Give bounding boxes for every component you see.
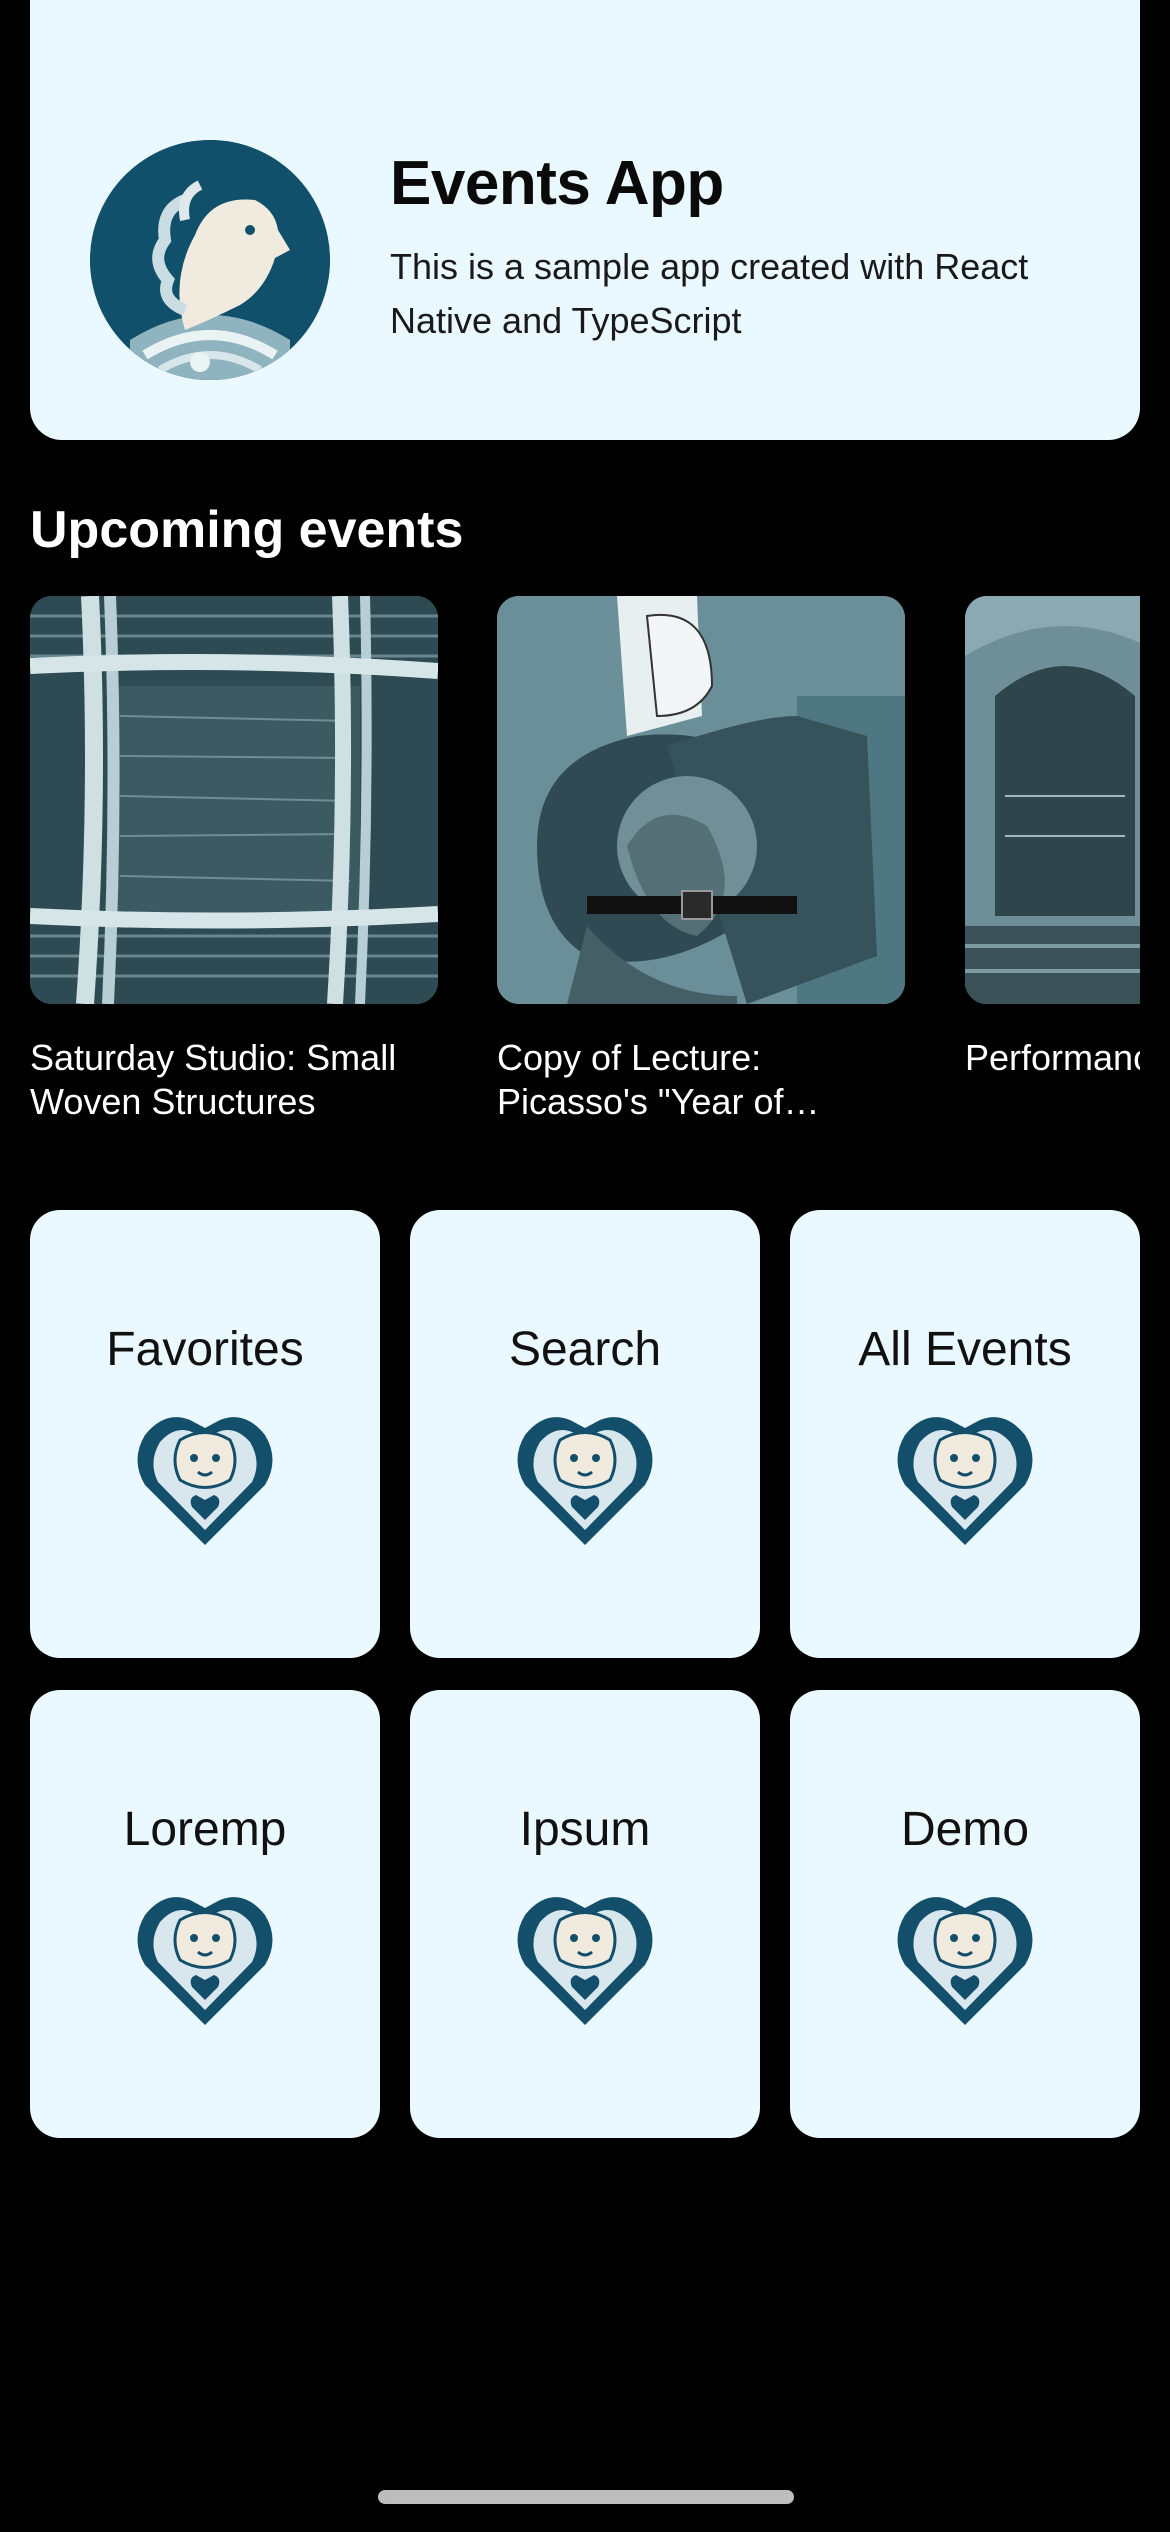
lion-heart-icon (890, 1880, 1040, 2030)
tile-label: Loremp (123, 1803, 287, 1856)
event-title: Performance: Turato—po (965, 1037, 1140, 1078)
event-card[interactable]: Saturday Studio: Small Woven Structures (30, 596, 438, 1124)
lion-logo-icon (90, 140, 330, 380)
tile-loremp[interactable]: Loremp (30, 1690, 380, 2138)
events-carousel[interactable]: Saturday Studio: Small Woven Structures (30, 596, 1140, 1136)
tile-label: Demo (900, 1803, 1030, 1856)
home-indicator[interactable] (378, 2490, 794, 2504)
tile-search[interactable]: Search (410, 1210, 760, 1658)
tile-all-events[interactable]: All Events (790, 1210, 1140, 1658)
lion-heart-icon (890, 1400, 1040, 1550)
event-card[interactable]: Performance: Turato—po (965, 596, 1140, 1080)
event-title: Copy of Lecture: Picasso's "Year of Wond… (497, 1037, 784, 1122)
upcoming-events-title: Upcoming events (30, 501, 464, 559)
theater-hall-image (965, 596, 1140, 1004)
event-title: Saturday Studio: Small Woven Structures (30, 1037, 397, 1122)
app-title: Events App (390, 149, 724, 218)
lion-heart-icon (130, 1400, 280, 1550)
header-card: Events App This is a sample app created … (30, 0, 1140, 440)
tile-demo[interactable]: Demo (790, 1690, 1140, 2138)
lion-heart-icon (130, 1880, 280, 2030)
woven-textile-image (30, 596, 438, 1004)
picasso-painting-image (497, 596, 905, 1004)
event-card[interactable]: Copy of Lecture: Picasso's "Year of Wond… (497, 596, 905, 1124)
tile-label: All Events (858, 1323, 1072, 1376)
lion-heart-icon (510, 1400, 660, 1550)
tile-label: Ipsum (519, 1803, 651, 1856)
tile-label: Favorites (106, 1323, 304, 1376)
app-subtitle: This is a sample app created with React … (390, 246, 1029, 341)
lion-heart-icon (510, 1880, 660, 2030)
app-screen: Events App This is a sample app created … (0, 0, 1170, 2532)
tile-label: Search (508, 1323, 662, 1376)
tile-ipsum[interactable]: Ipsum (410, 1690, 760, 2138)
tile-favorites[interactable]: Favorites (30, 1210, 380, 1658)
